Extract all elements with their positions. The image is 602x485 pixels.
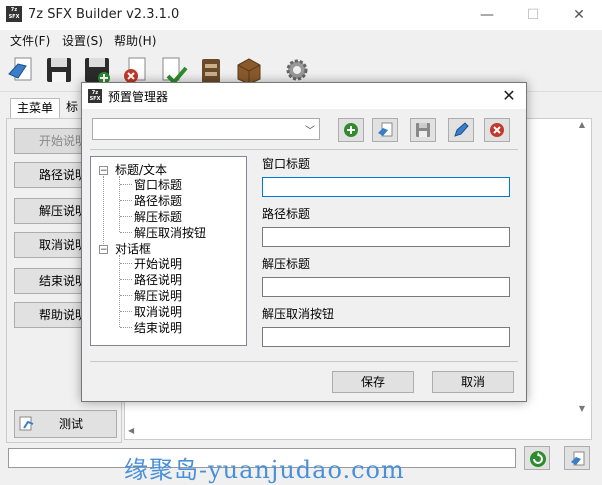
window-title: 7z SFX Builder v2.3.1.0 (28, 7, 180, 22)
tree-line (120, 279, 132, 280)
preset-manager-dialog: 7z SFX 预置管理器 ✕ ﹀ − 标题/文本 窗口标题 路径标题 解压标题 解… (81, 82, 527, 402)
tree-line (120, 184, 132, 185)
chevron-down-icon: ﹀ (305, 126, 315, 137)
extract-title-input[interactable] (262, 277, 510, 297)
save-icon[interactable] (44, 54, 74, 86)
tree-item[interactable]: 解压标题 (134, 208, 182, 225)
tree-line (120, 311, 132, 312)
window-title-input[interactable] (262, 177, 510, 197)
tree-line (119, 255, 120, 327)
dialog-separator (90, 149, 518, 150)
refresh-button[interactable] (524, 446, 550, 470)
tree-line (120, 216, 132, 217)
rename-preset-button[interactable] (448, 118, 474, 142)
field-label-extract-title: 解压标题 (262, 257, 311, 271)
preset-tree[interactable]: − 标题/文本 窗口标题 路径标题 解压标题 解压取消按钮 − 对话框 开始说明… (90, 156, 247, 346)
app-icon: 7z SFX (6, 6, 22, 22)
save-button[interactable]: 保存 (332, 371, 414, 393)
dialog-title-bar: 7z SFX 预置管理器 ✕ (82, 83, 526, 109)
extract-cancel-button-input[interactable] (262, 327, 510, 347)
menu-settings[interactable]: 设置(S) (62, 32, 103, 49)
tree-line (120, 295, 132, 296)
tree-item[interactable]: 结束说明 (134, 319, 182, 336)
add-preset-button[interactable] (338, 118, 364, 142)
load-icon (378, 122, 393, 137)
menu-bar: 文件(F) 设置(S) 帮助(H) (0, 30, 602, 50)
dialog-footer-separator (90, 361, 518, 362)
main-title-bar: 7z SFX 7z SFX Builder v2.3.1.0 — ☐ ✕ (0, 0, 602, 30)
tree-item[interactable]: 开始说明 (134, 255, 182, 272)
close-button[interactable]: ✕ (556, 0, 602, 30)
tree-item[interactable]: 路径说明 (134, 271, 182, 288)
watermark-text: 缘聚岛-yuanjudao.com (124, 456, 405, 484)
tree-item[interactable]: 窗口标题 (134, 176, 182, 193)
save-preset-button[interactable] (410, 118, 436, 142)
minimize-button[interactable]: — (464, 0, 510, 30)
open-icon[interactable] (6, 54, 36, 86)
tree-line (120, 327, 132, 328)
test-icon (19, 416, 34, 431)
tree-item[interactable]: 解压说明 (134, 287, 182, 304)
menu-help[interactable]: 帮助(H) (114, 32, 156, 49)
field-label-window-title: 窗口标题 (262, 157, 311, 171)
dialog-title: 预置管理器 (108, 90, 169, 104)
preset-dropdown[interactable]: ﹀ (92, 118, 320, 140)
cancel-button[interactable]: 取消 (432, 371, 514, 393)
path-title-input[interactable] (262, 227, 510, 247)
tree-line (120, 263, 132, 264)
tree-collapse-icon[interactable]: − (99, 245, 108, 255)
tree-line (103, 176, 104, 246)
browse-button[interactable] (564, 446, 590, 470)
field-label-extract-cancel-button: 解压取消按钮 (262, 307, 335, 321)
maximize-button[interactable]: ☐ (510, 0, 556, 30)
refresh-icon (530, 451, 546, 467)
scroll-up-arrow-icon[interactable]: ▲ (575, 120, 589, 132)
tab-main-menu[interactable]: 主菜单 (10, 98, 60, 118)
scroll-left-arrow-icon[interactable]: ◀ (128, 426, 140, 438)
test-button[interactable]: 测试 (14, 410, 117, 438)
delete-icon (490, 123, 504, 137)
tree-collapse-icon[interactable]: − (99, 166, 108, 176)
tree-line (120, 200, 132, 201)
load-preset-button[interactable] (372, 118, 398, 142)
tree-item[interactable]: 解压取消按钮 (134, 224, 206, 241)
dialog-close-button[interactable]: ✕ (492, 83, 526, 109)
dialog-app-icon: 7z SFX (88, 89, 102, 103)
add-icon (344, 123, 358, 137)
menu-file[interactable]: 文件(F) (10, 32, 50, 49)
tree-line (120, 232, 132, 233)
save-icon (416, 123, 430, 137)
browse-icon (571, 451, 585, 466)
tree-item[interactable]: 取消说明 (134, 303, 182, 320)
pencil-icon (454, 122, 469, 137)
scroll-down-arrow-icon[interactable]: ▼ (575, 404, 589, 416)
delete-preset-button[interactable] (484, 118, 510, 142)
tree-item[interactable]: 路径标题 (134, 192, 182, 209)
test-button-label: 测试 (59, 417, 84, 431)
field-label-path-title: 路径标题 (262, 207, 311, 221)
